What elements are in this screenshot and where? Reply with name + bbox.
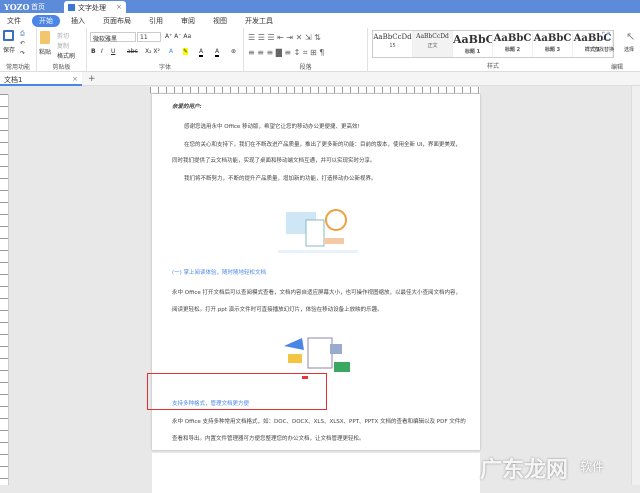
- style-item[interactable]: AaBbC 标题 2: [493, 31, 533, 57]
- group-edit: ⛶ 查找替换 ↖ 选择 编辑: [594, 28, 640, 72]
- style-item[interactable]: AaBbCcDd 正文: [413, 31, 453, 57]
- menu-review[interactable]: 审阅: [174, 15, 202, 27]
- italic-icon[interactable]: I: [101, 48, 103, 55]
- paragraph: 永中 Office 支持多种常用文档格式，如：DOC、DOCX、XLS、XLSX…: [172, 419, 466, 425]
- underline-icon[interactable]: U: [111, 48, 115, 55]
- salutation: 亲爱的用户:: [172, 104, 202, 110]
- menu-bar: 文件 开始 插入 页面布局 引用 审阅 视图 开发工具: [0, 13, 640, 28]
- new-tab-icon[interactable]: +: [88, 74, 96, 84]
- style-name: 15: [389, 43, 396, 49]
- group-paragraph: ☰ ☰ ☰ ⇤ ⇥ ✕ ⇲ ⇅ ≡ ≡ ≡ ▇ ≡ ↕ ⌗ ⊞ ¶ 段落: [244, 28, 368, 72]
- file-tab[interactable]: 文档1 ×: [0, 72, 82, 86]
- grow-font-icon[interactable]: A⁺ A⁻ Aa: [165, 33, 191, 40]
- find-replace-icon[interactable]: ⛶: [602, 30, 610, 44]
- paragraph: 同时我们提供了云文档功能，实现了桌面和移动端文档互通，并可以实现实时分享。: [172, 158, 376, 164]
- highlight-annotation-box: [147, 373, 327, 410]
- paragraph: 永中 Office 打开文档后可以查阅模式查看，文档内容自适应屏幕大小，也可操作…: [172, 290, 462, 296]
- highlight-icon[interactable]: ✎: [183, 48, 189, 55]
- format-painter-button[interactable]: 格式刷: [57, 51, 75, 60]
- style-preview: AaBbC: [493, 33, 532, 44]
- char-shading-icon[interactable]: A: [215, 48, 220, 57]
- menu-view[interactable]: 视图: [206, 15, 234, 27]
- redo-icon[interactable]: ↷: [20, 50, 25, 57]
- section-heading: (一) 掌上阅读体验，随时随地轻松文档: [172, 270, 267, 276]
- paragraph: 阅读更轻松。打开 ppt 演示文件时可直接播放幻灯片，体验在移动设备上放映的乐趣…: [172, 307, 383, 313]
- title-bar: YOZO 首页 文字处理 ×: [0, 0, 640, 13]
- font-color-icon[interactable]: A: [199, 48, 204, 57]
- file-tab-bar: 文档1 × +: [0, 72, 640, 86]
- yozo-logo: YOZO: [4, 2, 30, 12]
- strikethrough-icon[interactable]: abc: [127, 48, 138, 55]
- group-font: 微软雅黑 11 A⁺ A⁻ Aa B I U abc X₂ X² A ✎ A A…: [87, 28, 244, 72]
- list-icons[interactable]: ☰ ☰ ☰ ⇤ ⇥ ✕ ⇲ ⇅: [248, 33, 321, 42]
- group-label: 字体: [158, 64, 171, 71]
- undo-icon[interactable]: ↶: [20, 40, 25, 47]
- copy-button[interactable]: 复制: [57, 41, 69, 50]
- style-item[interactable]: AaBbCcDd 15: [373, 31, 413, 57]
- reading-illustration: [278, 209, 358, 253]
- style-preview: AaBbC: [533, 33, 572, 44]
- menu-references[interactable]: 引用: [142, 15, 170, 27]
- save-icon[interactable]: [3, 30, 14, 41]
- print-icon[interactable]: ⎙: [20, 30, 25, 38]
- paragraph: 感谢您选用永中 Office 移动版，希望它让您的移动办公更便捷、更高效!: [184, 124, 360, 130]
- document-app-tab-label: 文字处理: [78, 4, 106, 12]
- styles-gallery: AaBbCcDd 15 AaBbCcDd 正文 AaBbC 标题 1 AaBbC 标题 …: [372, 30, 614, 58]
- style-preview: AaBbCcDd: [373, 33, 412, 41]
- document-app-tab[interactable]: 文字处理 ×: [64, 1, 126, 13]
- group-label: 常用功能: [5, 64, 30, 71]
- font-name-select[interactable]: 微软雅黑: [90, 32, 136, 43]
- menu-layout[interactable]: 页面布局: [96, 15, 138, 27]
- select-cursor-icon[interactable]: ↖: [626, 30, 635, 43]
- style-item[interactable]: AaBbC 标题 1: [453, 31, 493, 57]
- group-clipboard: 粘贴 剪切 复制 格式刷 剪贴板: [37, 28, 87, 72]
- group-common: 保存 ⎙ ↶ ↷ 常用功能: [0, 28, 37, 72]
- cut-button[interactable]: 剪切: [57, 31, 69, 40]
- font-size-select[interactable]: 11: [137, 32, 161, 42]
- menu-insert[interactable]: 插入: [64, 15, 92, 27]
- select-button[interactable]: 选择: [624, 46, 634, 53]
- save-button[interactable]: 保存: [3, 45, 15, 54]
- paste-button[interactable]: 粘贴: [39, 47, 51, 56]
- style-name: 正文: [427, 43, 438, 49]
- style-name: 标题 2: [504, 47, 521, 53]
- paragraph: 查看和导出。内置文件管理器可方便您整理您的办公文档，让文档管理更轻松。: [172, 436, 365, 442]
- document-page-2[interactable]: [152, 453, 480, 493]
- paragraph: 我们将不断努力，不断的提升产品质量，增加新的功能，打造移动办公新视界。: [184, 176, 377, 182]
- horizontal-ruler[interactable]: [150, 87, 480, 94]
- subscript-icon[interactable]: X₂ X²: [145, 48, 160, 55]
- bold-icon[interactable]: B: [91, 48, 96, 55]
- style-name: 标题 3: [544, 47, 561, 53]
- watermark-suffix: 软件: [580, 460, 605, 474]
- menu-developer[interactable]: 开发工具: [238, 15, 280, 27]
- ribbon: 保存 ⎙ ↶ ↷ 常用功能 粘贴 剪切 复制 格式刷 剪贴板 微软雅黑 11 A…: [0, 28, 640, 72]
- document-icon: [68, 4, 75, 11]
- style-item[interactable]: AaBbC 标题 3: [533, 31, 573, 57]
- vertical-scrollbar[interactable]: [631, 86, 640, 485]
- group-label: 剪贴板: [52, 64, 71, 71]
- find-replace-button[interactable]: 查找替换: [594, 46, 614, 53]
- paste-icon[interactable]: [40, 31, 50, 44]
- style-name: 标题 1: [464, 49, 481, 55]
- style-preview: AaBbCcDd: [416, 33, 449, 40]
- style-preview: AaBbC: [453, 33, 493, 46]
- vertical-ruler[interactable]: [0, 94, 9, 485]
- watermark: 广东龙网: [480, 458, 569, 483]
- char-border-icon[interactable]: ⊛: [231, 48, 236, 55]
- group-label: 编辑: [610, 64, 623, 71]
- close-icon[interactable]: ×: [116, 3, 122, 11]
- home-tab[interactable]: 首页: [31, 2, 45, 12]
- file-tab-label: 文档1: [4, 76, 23, 84]
- group-label: 样式: [486, 63, 499, 70]
- align-icons[interactable]: ≡ ≡ ≡ ▇ ≡ ↕ ⌗ ⊞ ¶: [248, 48, 324, 58]
- menu-file[interactable]: 文件: [0, 15, 28, 27]
- text-effect-icon[interactable]: A: [169, 48, 173, 55]
- paragraph: 在您的关心和支持下，我们在不断改进产品质量，推出了更多新的功能：目前的版本，使用…: [184, 142, 461, 148]
- menu-home[interactable]: 开始: [32, 14, 60, 27]
- group-label: 段落: [299, 64, 312, 71]
- close-icon[interactable]: ×: [72, 75, 78, 83]
